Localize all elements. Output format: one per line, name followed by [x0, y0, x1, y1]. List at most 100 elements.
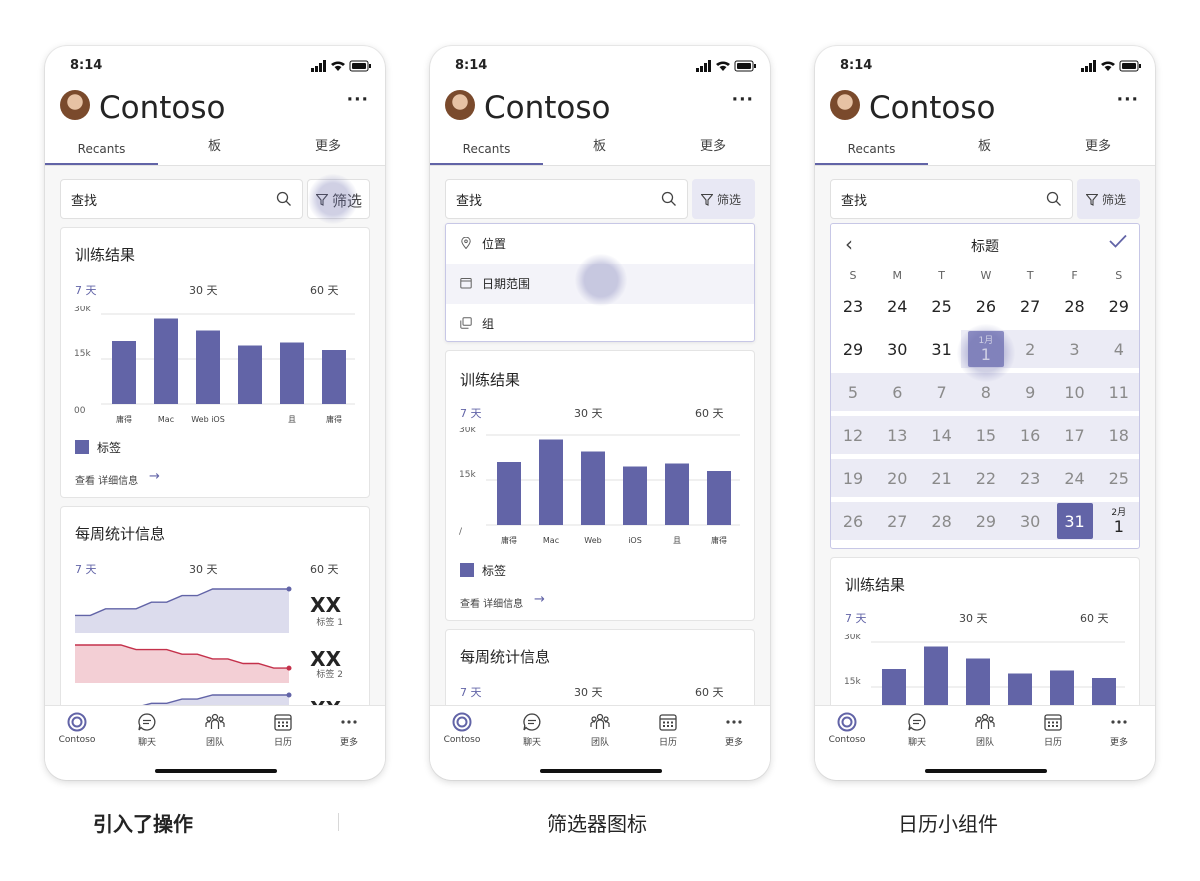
- more-options-icon[interactable]: ···: [347, 90, 369, 110]
- view-details-link[interactable]: 查看 详细信息: [460, 595, 523, 610]
- nav-more[interactable]: 更多: [704, 712, 764, 748]
- avatar[interactable]: [60, 90, 90, 120]
- nav-chat[interactable]: 聊天: [502, 712, 562, 748]
- tab-more[interactable]: 更多: [656, 132, 770, 165]
- search-input[interactable]: 查找: [445, 179, 688, 219]
- training-results-card: 训练结果 7 天 30 天 60 天 30k 15k 00 庸得 Mac Web iOS 且…: [60, 227, 370, 498]
- tab-more[interactable]: 更多: [1041, 132, 1155, 165]
- view-details-link[interactable]: 查看 详细信息: [75, 472, 138, 487]
- avatar[interactable]: [445, 90, 475, 120]
- calendar-day[interactable]: 23: [1008, 469, 1052, 488]
- calendar-day[interactable]: 29: [1097, 297, 1139, 316]
- calendar-day[interactable]: 12: [831, 426, 875, 445]
- range-30-days[interactable]: 30 天: [189, 282, 218, 298]
- range-7-days[interactable]: 7 天: [75, 561, 97, 577]
- range-30-days[interactable]: 30 天: [959, 610, 988, 626]
- nav-chat[interactable]: 聊天: [887, 712, 947, 748]
- calendar-day[interactable]: 20: [875, 469, 919, 488]
- calendar-day[interactable]: 26: [964, 297, 1008, 316]
- arrow-right-icon[interactable]: →: [149, 469, 160, 484]
- calendar-day[interactable]: 1: [1097, 517, 1139, 536]
- calendar-day[interactable]: 21: [920, 469, 964, 488]
- calendar-day[interactable]: 13: [875, 426, 919, 445]
- range-7-days[interactable]: 7 天: [845, 610, 867, 626]
- range-30-days[interactable]: 30 天: [189, 561, 218, 577]
- calendar-day[interactable]: 24: [875, 297, 919, 316]
- range-60-days[interactable]: 60 天: [310, 561, 339, 577]
- nav-chat[interactable]: 聊天: [117, 712, 177, 748]
- calendar-day[interactable]: 30: [1008, 512, 1052, 531]
- calendar-day[interactable]: 5: [831, 383, 875, 402]
- calendar-day[interactable]: 10: [1053, 383, 1097, 402]
- calendar-day[interactable]: 27: [1008, 297, 1052, 316]
- range-60-days[interactable]: 60 天: [310, 282, 339, 298]
- tab-board[interactable]: 板: [928, 132, 1041, 165]
- range-7-days[interactable]: 7 天: [75, 282, 97, 298]
- range-7-days[interactable]: 7 天: [460, 405, 482, 421]
- nav-calendar[interactable]: 日历: [638, 712, 698, 748]
- nav-more[interactable]: 更多: [1089, 712, 1149, 748]
- calendar-day[interactable]: 6: [875, 383, 919, 402]
- calendar-day[interactable]: 3: [1053, 340, 1097, 359]
- range-60-days[interactable]: 60 天: [1080, 610, 1109, 626]
- nav-more[interactable]: 更多: [319, 712, 379, 748]
- nav-contoso[interactable]: Contoso: [817, 712, 877, 745]
- calendar-day[interactable]: 9: [1008, 383, 1052, 402]
- nav-calendar[interactable]: 日历: [253, 712, 313, 748]
- calendar-day[interactable]: 18: [1097, 426, 1139, 445]
- tab-board[interactable]: 板: [158, 132, 271, 165]
- range-60-days[interactable]: 60 天: [695, 405, 724, 421]
- calendar-day[interactable]: 11: [1097, 383, 1139, 402]
- search-input[interactable]: 查找: [830, 179, 1073, 219]
- range-30-days[interactable]: 30 天: [574, 684, 603, 700]
- filter-button[interactable]: 筛选: [1077, 179, 1140, 219]
- more-options-icon[interactable]: ···: [732, 90, 754, 110]
- tab-recants[interactable]: Recants: [430, 132, 543, 165]
- range-7-days[interactable]: 7 天: [460, 684, 482, 700]
- search-icon: [1046, 191, 1061, 206]
- calendar-day[interactable]: 29: [964, 512, 1008, 531]
- tab-board[interactable]: 板: [543, 132, 656, 165]
- calendar-day[interactable]: 15: [964, 426, 1008, 445]
- avatar[interactable]: [830, 90, 860, 120]
- calendar-day[interactable]: 8: [964, 383, 1008, 402]
- range-60-days[interactable]: 60 天: [695, 684, 724, 700]
- calendar-day[interactable]: 14: [920, 426, 964, 445]
- tab-recants[interactable]: Recants: [815, 132, 928, 165]
- calendar-day[interactable]: 19: [831, 469, 875, 488]
- calendar-day[interactable]: 7: [920, 383, 964, 402]
- nav-label: 日历: [1043, 738, 1062, 748]
- calendar-day[interactable]: 4: [1097, 340, 1139, 359]
- calendar-day[interactable]: 16: [1008, 426, 1052, 445]
- calendar-day[interactable]: 30: [875, 340, 919, 359]
- nav-calendar[interactable]: 日历: [1023, 712, 1083, 748]
- tab-more[interactable]: 更多: [271, 132, 385, 165]
- nav-contoso[interactable]: Contoso: [432, 712, 492, 745]
- filter-button[interactable]: 筛选: [692, 179, 755, 219]
- nav-teams[interactable]: 团队: [570, 712, 630, 748]
- filter-option-group[interactable]: 组: [446, 304, 754, 344]
- checkmark-icon[interactable]: [1109, 234, 1127, 248]
- calendar-day[interactable]: 17: [1053, 426, 1097, 445]
- calendar-day[interactable]: 25: [920, 297, 964, 316]
- arrow-right-icon[interactable]: →: [534, 592, 545, 607]
- calendar-day[interactable]: 25: [1097, 469, 1139, 488]
- nav-teams[interactable]: 团队: [955, 712, 1015, 748]
- tab-recants[interactable]: Recants: [45, 132, 158, 165]
- range-30-days[interactable]: 30 天: [574, 405, 603, 421]
- calendar-day[interactable]: 23: [831, 297, 875, 316]
- calendar-day[interactable]: 28: [1053, 297, 1097, 316]
- calendar-day[interactable]: 26: [831, 512, 875, 531]
- calendar-day[interactable]: 22: [964, 469, 1008, 488]
- calendar-day[interactable]: 24: [1053, 469, 1097, 488]
- calendar-day-selected[interactable]: 31: [1053, 512, 1097, 531]
- calendar-day[interactable]: 28: [920, 512, 964, 531]
- more-options-icon[interactable]: ···: [1117, 90, 1139, 110]
- filter-icon: [701, 194, 713, 206]
- sparkline-3: [142, 692, 292, 705]
- nav-contoso[interactable]: Contoso: [47, 712, 107, 745]
- nav-teams[interactable]: 团队: [185, 712, 245, 748]
- calendar-day[interactable]: 27: [875, 512, 919, 531]
- search-input[interactable]: 查找: [60, 179, 303, 219]
- calendar-day[interactable]: 29: [831, 340, 875, 359]
